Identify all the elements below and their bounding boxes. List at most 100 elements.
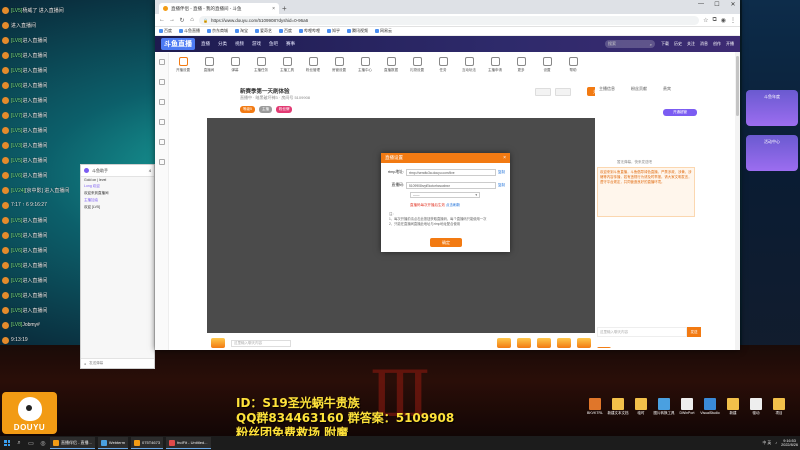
nav-item[interactable]: 视频 xyxy=(235,41,244,47)
gift-icon-5[interactable] xyxy=(557,338,571,348)
douyu-brand-logo[interactable]: 斗鱼直播 xyxy=(161,38,195,50)
header-action[interactable]: 历史 xyxy=(674,41,682,47)
refresh-key-link[interactable]: 点击刷新 xyxy=(446,203,460,207)
toolbar-item[interactable]: 主播中心 xyxy=(352,53,378,73)
star-icon[interactable]: ☆ xyxy=(703,17,708,24)
desktop-icon[interactable]: BKVKTRL xyxy=(585,398,605,416)
dialog-ok-button[interactable]: 确定 xyxy=(430,238,462,247)
page-scrollbar[interactable] xyxy=(735,52,740,350)
rail-game-icon[interactable] xyxy=(158,119,165,125)
toolbar-item[interactable]: 主播工具 xyxy=(274,53,300,73)
banner-ad[interactable]: 斗鱼年度 xyxy=(746,90,798,126)
back-icon[interactable]: ← xyxy=(159,17,165,23)
bookmark-item[interactable]: 知乎 xyxy=(327,28,340,34)
search-icon[interactable]: ⌕ xyxy=(650,42,652,47)
gift-icon-2[interactable] xyxy=(497,338,511,348)
copy-rtmp-button[interactable]: 复制 xyxy=(498,170,506,175)
toolbar-item[interactable]: 互动玩法 xyxy=(456,53,482,73)
close-window-button[interactable]: ✕ xyxy=(728,1,738,8)
header-action[interactable]: 下载 xyxy=(661,41,669,47)
menu-icon[interactable]: ⋮ xyxy=(730,17,736,24)
send-button[interactable]: 发送 xyxy=(687,327,701,337)
gift-icon-6[interactable] xyxy=(577,338,591,348)
report-icon[interactable] xyxy=(555,88,571,96)
desktop-icon[interactable]: VisualStudio xyxy=(700,398,720,416)
nav-item[interactable]: 分类 xyxy=(218,41,227,47)
taskbar-task[interactable]: fndFit - Untitled... xyxy=(166,437,211,449)
toolbar-item[interactable]: 主播任务 xyxy=(248,53,274,73)
toolbar-item[interactable]: 帮助 xyxy=(560,53,586,73)
toolbar-item[interactable]: 直播间 xyxy=(196,53,222,73)
tab-vip[interactable]: 贵宾 xyxy=(663,86,671,92)
taskbar-task[interactable]: Webterm xyxy=(97,437,129,449)
bookmark-item[interactable]: 网易云 xyxy=(375,28,392,34)
search-icon[interactable]: ⌕ xyxy=(14,438,24,448)
desktop-icon[interactable]: 驱动 xyxy=(746,398,766,416)
url-field[interactable]: 🔒 https://www.douyu.com/5109908?dyshid=0… xyxy=(199,15,700,25)
mic-icon[interactable]: ● xyxy=(84,362,86,366)
toolbar-item[interactable]: 粉丝管理 xyxy=(300,53,326,73)
volume-icon[interactable]: ♪ xyxy=(775,441,777,445)
start-button[interactable] xyxy=(2,438,12,448)
share-icon[interactable] xyxy=(535,88,551,96)
taskbar-task[interactable]: 直播伴侣 - 直播... xyxy=(50,437,95,449)
home-icon[interactable]: ⌂ xyxy=(189,17,195,23)
bookmark-item[interactable]: 腾讯视频 xyxy=(347,28,368,34)
rtmp-field[interactable]: rtmp://sendtc3a.douyu.com/live xyxy=(406,169,496,176)
open-superadmin-button[interactable]: 开通超管 xyxy=(663,109,697,116)
desktop-icon[interactable]: 新建文本文档 xyxy=(608,398,629,416)
taskbar-task[interactable]: 075T4673 xyxy=(131,437,164,449)
desktop-icon[interactable]: DWinPort xyxy=(677,398,697,416)
chat-input[interactable]: 这里输入聊天内容 xyxy=(597,327,687,337)
reload-icon[interactable]: ↻ xyxy=(179,17,185,24)
clock[interactable]: 9:16:53 2022/8/26 xyxy=(781,439,798,448)
browser-tab[interactable]: 直播伴侣 - 直播 - 我的直播间 - 斗鱼 × xyxy=(159,3,279,14)
tray-ime[interactable]: 中 英 xyxy=(763,441,772,446)
bookmark-item[interactable]: 斗鱼直播 xyxy=(179,28,200,34)
minimize-button[interactable]: — xyxy=(696,1,706,8)
chrome-icon[interactable]: ◎ xyxy=(38,438,48,448)
header-action[interactable]: 消息 xyxy=(700,41,708,47)
close-tab-icon[interactable]: × xyxy=(272,6,275,12)
header-action[interactable]: 开播 xyxy=(726,41,734,47)
bookmark-item[interactable]: 哔哩哔哩 xyxy=(299,28,320,34)
task-view-icon[interactable]: ▭ xyxy=(26,438,36,448)
forward-icon[interactable]: → xyxy=(169,17,175,23)
below-video-input[interactable]: 这里输入聊天内容 xyxy=(231,339,291,347)
banner-ad[interactable]: 活动中心 xyxy=(746,135,798,171)
nav-item[interactable]: 直播 xyxy=(201,41,210,47)
toolbar-item[interactable]: 更多 xyxy=(508,53,534,73)
dialog-close-icon[interactable]: × xyxy=(503,155,506,161)
toolbar-item[interactable]: 开播设置 xyxy=(170,53,196,73)
douyu-search-input[interactable]: 搜索 ⌕ xyxy=(605,40,655,48)
desktop-icon[interactable]: 项目 xyxy=(769,398,789,416)
scrollbar-thumb[interactable] xyxy=(736,56,739,116)
assistant-footer[interactable]: ● 发送弹幕 xyxy=(81,358,154,368)
toolbar-item[interactable]: 主播申请 xyxy=(482,53,508,73)
desktop-icon[interactable]: 新建 xyxy=(723,398,743,416)
profile-icon[interactable]: ◉ xyxy=(721,17,726,24)
rail-more-icon[interactable] xyxy=(158,159,165,165)
toolbar-item[interactable]: 礼物设置 xyxy=(404,53,430,73)
rail-category-icon[interactable] xyxy=(158,99,165,105)
toolbar-item[interactable]: 房管设置 xyxy=(326,53,352,73)
desktop-icon[interactable]: 图片转换工具 xyxy=(654,398,675,416)
rail-follow-icon[interactable] xyxy=(158,79,165,85)
header-action[interactable]: 关注 xyxy=(687,41,695,47)
nav-item[interactable]: 游戏 xyxy=(252,41,261,47)
nav-item[interactable]: 赛事 xyxy=(286,41,295,47)
nav-item[interactable]: 鱼吧 xyxy=(269,41,278,47)
toolbar-item[interactable]: 任务 xyxy=(430,53,456,73)
toolbar-item[interactable]: 弹幕 xyxy=(222,53,248,73)
gift-icon-3[interactable] xyxy=(517,338,531,348)
key-field[interactable]: 5109908rvpEkotorhcsuxbwr xyxy=(406,182,496,189)
gift-icon[interactable] xyxy=(211,338,225,348)
bookmark-item[interactable]: 百度 xyxy=(279,28,292,34)
extensions-icon[interactable]: ⧉ xyxy=(712,17,716,24)
new-tab-button[interactable]: + xyxy=(282,3,287,14)
header-action[interactable]: 创作 xyxy=(713,41,721,47)
rail-home-icon[interactable] xyxy=(158,59,165,65)
tab-contributions[interactable]: 粉丝贡献 xyxy=(631,86,647,92)
rail-video-icon[interactable] xyxy=(158,139,165,145)
gift-icon-4[interactable] xyxy=(537,338,551,348)
